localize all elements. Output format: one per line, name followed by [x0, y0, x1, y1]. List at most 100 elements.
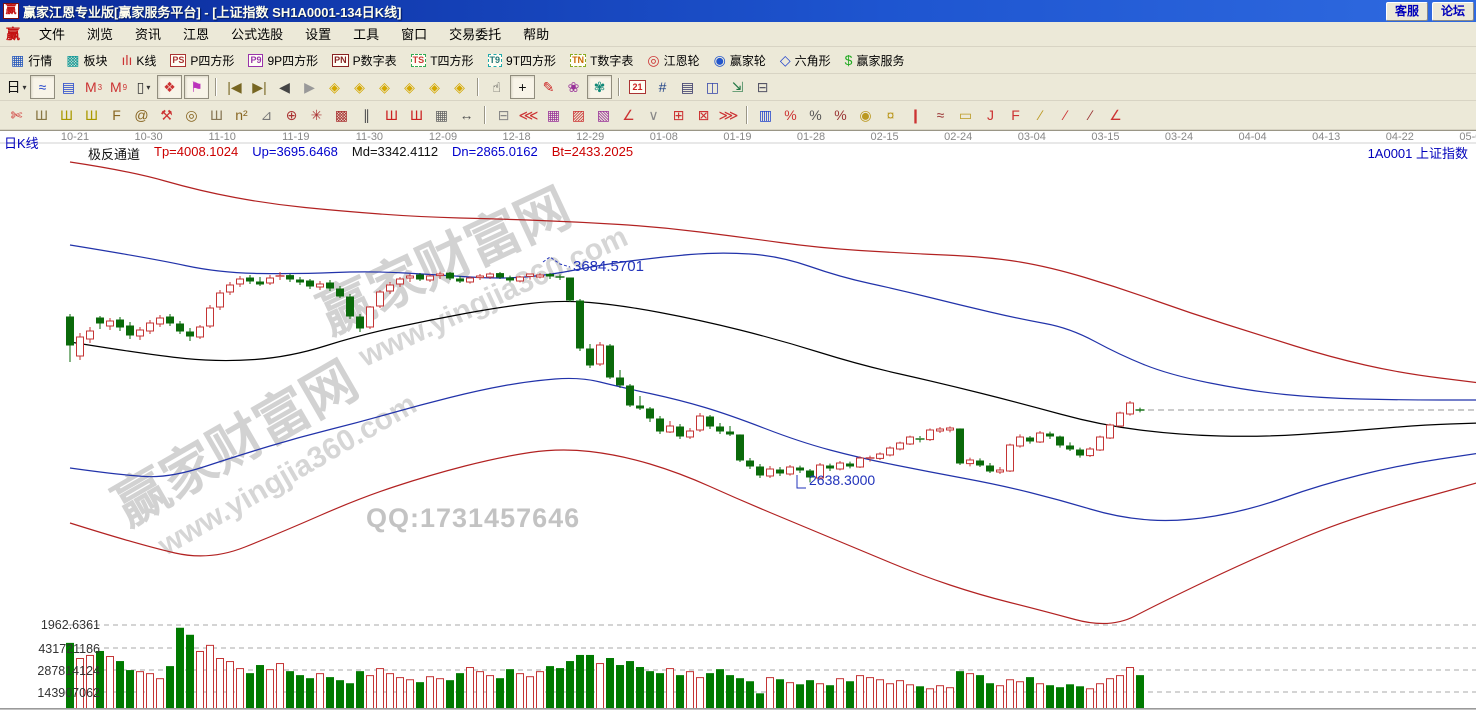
t-number-table-button[interactable]: TNT数字表: [563, 48, 640, 72]
customer-service-button[interactable]: 客服: [1386, 2, 1428, 21]
panel-period-label[interactable]: 日K线: [4, 133, 39, 152]
crosshair-tool-button[interactable]: +: [510, 75, 535, 99]
calculator-button[interactable]: #: [651, 76, 674, 98]
f-line-tool[interactable]: F: [1004, 104, 1027, 126]
winner-wheel-button[interactable]: ◉赢家轮: [707, 48, 773, 72]
menu-item-2[interactable]: 资讯: [124, 23, 172, 46]
p-square-button[interactable]: PSP四方形: [163, 48, 241, 72]
t-square-button[interactable]: TST四方形: [404, 48, 481, 72]
draw-measure-tool[interactable]: ↔: [455, 104, 478, 126]
four-slash-tool[interactable]: ∠: [1104, 104, 1127, 126]
nine-p-square-button[interactable]: P99P四方形: [241, 48, 325, 72]
scroll-right-diamond[interactable]: ◈: [348, 76, 371, 98]
printer-button[interactable]: ⊟: [751, 76, 774, 98]
zoom-in-diamond[interactable]: ◈: [423, 76, 446, 98]
ying-slash-tool[interactable]: ∕: [1079, 104, 1102, 126]
compress-h-diamond[interactable]: ◈: [373, 76, 396, 98]
winner-service-button[interactable]: $赢家服务: [838, 48, 912, 72]
market-quotes-button[interactable]: ▦行情: [4, 48, 59, 72]
hand-tool-button[interactable]: ☝: [485, 76, 508, 98]
menu-item-1[interactable]: 浏览: [76, 23, 124, 46]
forum-button[interactable]: 论坛: [1432, 2, 1474, 21]
nine-t-square-button[interactable]: T99T四方形: [481, 48, 564, 72]
speed-line-tool[interactable]: ∕: [1054, 104, 1077, 126]
percent-tool[interactable]: %: [804, 104, 827, 126]
export-button[interactable]: ⇲: [726, 76, 749, 98]
p-number-table-button[interactable]: PNP数字表: [325, 48, 404, 72]
draw-grid-hash2-tool[interactable]: ⊠: [692, 104, 715, 126]
draw-angle-tool[interactable]: ⊿: [255, 104, 278, 126]
gold-box-tool[interactable]: ▭: [954, 104, 977, 126]
draw-gold-comb2-tool[interactable]: Ш: [80, 104, 103, 126]
gold-line-tool[interactable]: ¤: [879, 104, 902, 126]
draw-knife-tool[interactable]: ✄: [5, 104, 28, 126]
j-line-tool[interactable]: J: [979, 104, 1002, 126]
draw-grid123-tool[interactable]: ▦: [430, 104, 453, 126]
draw-fan-box-tool[interactable]: ▨: [567, 104, 590, 126]
draw-clock-tool[interactable]: ◎: [180, 104, 203, 126]
draw-angle-lines-tool[interactable]: ∠: [617, 104, 640, 126]
pattern-select-button[interactable]: ✾: [587, 75, 612, 99]
candle-brush-tool[interactable]: ❙: [904, 104, 927, 126]
hexagon-button[interactable]: ◇六角形: [773, 48, 838, 72]
zoom-out-diamond[interactable]: ◈: [448, 76, 471, 98]
menu-item-3[interactable]: 江恩: [172, 23, 220, 46]
wave-tool[interactable]: ≈: [929, 104, 952, 126]
draw-comb3-tool[interactable]: Ш: [205, 104, 228, 126]
last-page-button[interactable]: ▶|: [248, 76, 271, 98]
draw-spiral-tool[interactable]: @: [130, 104, 153, 126]
notes-button[interactable]: ▤: [676, 76, 699, 98]
sectors-button[interactable]: ▩板块: [59, 48, 114, 72]
calendar-21-button[interactable]: 21: [626, 76, 649, 98]
menu-item-0[interactable]: 文件: [28, 23, 76, 46]
draw-v-lines-tool[interactable]: ∨: [642, 104, 665, 126]
kline-3-button[interactable]: M3: [82, 76, 105, 98]
gann-wheel-button[interactable]: ◎江恩轮: [640, 48, 706, 72]
expand-h-diamond[interactable]: ◈: [398, 76, 421, 98]
gold-slash-tool[interactable]: ∕: [1029, 104, 1052, 126]
first-page-button[interactable]: |◀: [223, 76, 246, 98]
draw-shade-box-tool[interactable]: ▧: [592, 104, 615, 126]
draw-grid-hash-tool[interactable]: ⊞: [667, 104, 690, 126]
indicator-row[interactable]: 极反通道Tp=4008.1024Up=3695.6468Md=3342.4112…: [88, 144, 633, 163]
draw-slashes-tool[interactable]: ⋙: [717, 104, 740, 126]
draw-web-tool[interactable]: ▩: [330, 104, 353, 126]
draw-hammer-tool[interactable]: ⚒: [155, 104, 178, 126]
draw-n2-tool[interactable]: n²: [230, 104, 253, 126]
prev-bar-button[interactable]: ◀: [273, 76, 296, 98]
draw-kk-tool[interactable]: ∥: [355, 104, 378, 126]
draw-comb-tool[interactable]: Ш: [30, 104, 53, 126]
gold-circle-tool[interactable]: ◉: [854, 104, 877, 126]
kline-button[interactable]: ılıK线: [115, 48, 164, 72]
hollow-candle-dropdown[interactable]: ▯▾: [132, 76, 155, 98]
draw-fan-lines-tool[interactable]: ⋘: [517, 104, 540, 126]
draw-box-lines-tool[interactable]: ⊟: [492, 104, 515, 126]
draw-shen-comb-tool[interactable]: Ш: [380, 104, 403, 126]
kline-9-button[interactable]: M9: [107, 76, 130, 98]
pen-tool-button[interactable]: ✎: [537, 76, 560, 98]
trend-wave-button[interactable]: ≈: [30, 75, 55, 99]
draw-star-tool[interactable]: ✳: [305, 104, 328, 126]
red-pattern-button[interactable]: ❖: [157, 75, 182, 99]
percent-slash-tool[interactable]: %: [779, 104, 802, 126]
color-flag-button[interactable]: ⚑: [184, 75, 209, 99]
flower-tool-button[interactable]: ❀: [562, 76, 585, 98]
scroll-left-diamond[interactable]: ◈: [323, 76, 346, 98]
menu-item-6[interactable]: 工具: [342, 23, 390, 46]
draw-ying-comb-tool[interactable]: Ш: [405, 104, 428, 126]
draw-gold-comb-tool[interactable]: Ш: [55, 104, 78, 126]
menu-item-9[interactable]: 帮助: [512, 23, 560, 46]
draw-grid-box-tool[interactable]: ▦: [542, 104, 565, 126]
next-bar-button[interactable]: ▶: [298, 76, 321, 98]
info-board-button[interactable]: ▤: [57, 76, 80, 98]
period-day-dropdown[interactable]: 日▾: [5, 76, 28, 98]
chart-canvas[interactable]: 赢家财富网www.yingjia360.com赢家财富网www.yingjia3…: [0, 131, 1476, 710]
percent-line-tool[interactable]: %: [829, 104, 852, 126]
stat-columns-tool[interactable]: ▥: [754, 104, 777, 126]
save-button[interactable]: ◫: [701, 76, 724, 98]
menu-item-4[interactable]: 公式选股: [220, 23, 294, 46]
draw-compass-tool[interactable]: ⊕: [280, 104, 303, 126]
draw-ruler-f-tool[interactable]: F: [105, 104, 128, 126]
menu-item-7[interactable]: 窗口: [390, 23, 438, 46]
menu-item-5[interactable]: 设置: [294, 23, 342, 46]
